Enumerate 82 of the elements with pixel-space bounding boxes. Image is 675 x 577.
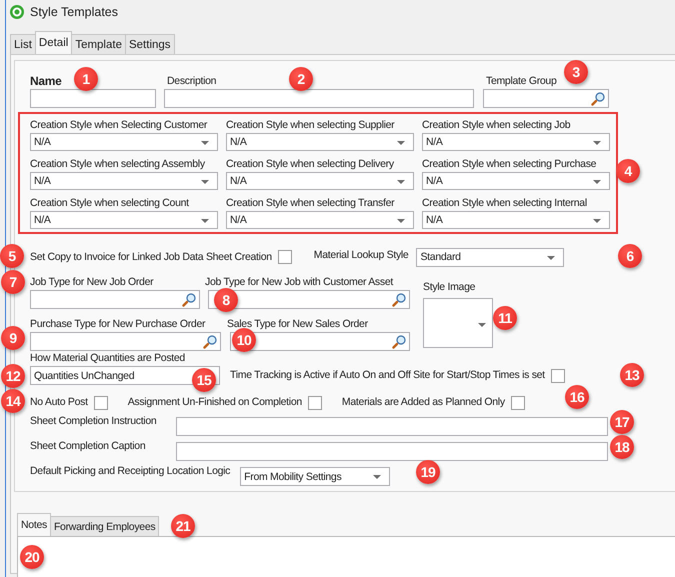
field-label: Default Picking and Receipting Location Logic — [30, 464, 230, 479]
checkbox[interactable] — [550, 368, 565, 382]
dropdown[interactable]: N/A — [226, 172, 414, 190]
field-label: Job Type for New Job Order — [30, 275, 154, 290]
tab[interactable]: Template — [71, 34, 126, 54]
field-label: Creation Style when selecting Supplier — [226, 119, 394, 132]
field-label: Sheet Completion Instruction — [30, 414, 158, 429]
callout-marker: 14 — [1, 389, 25, 413]
dropdown[interactable]: N/A — [422, 211, 610, 229]
callout-marker: 9 — [1, 326, 25, 350]
dropdown[interactable]: N/A — [422, 172, 610, 190]
dropdown-caret-icon — [373, 475, 382, 479]
dropdown-caret-icon — [593, 219, 601, 223]
field-label: Purchase Type for New Purchase Order — [30, 317, 206, 332]
checkbox[interactable] — [510, 396, 525, 410]
dropdown-caret-icon — [547, 256, 556, 260]
lookup-field[interactable] — [483, 89, 609, 108]
search-icon — [591, 92, 605, 106]
text-field[interactable] — [30, 89, 156, 108]
tab[interactable]: List — [10, 34, 36, 54]
dropdown-caret-icon — [201, 141, 209, 145]
field-label: How Material Quantities are Posted — [30, 351, 186, 366]
image-picker[interactable] — [423, 298, 493, 348]
checkbox[interactable] — [278, 250, 292, 264]
field-label: Time Tracking is Active if Auto On and Off Site for Start/Stop Times is set — [230, 368, 545, 383]
field-label: Creation Style when selecting Job — [422, 119, 570, 132]
callout-marker: 7 — [1, 270, 25, 294]
dropdown[interactable]: N/A — [30, 133, 218, 151]
lookup-field[interactable] — [208, 290, 410, 309]
dropdown[interactable]: N/A — [226, 211, 414, 229]
search-icon — [182, 293, 196, 307]
checkbox[interactable] — [94, 396, 108, 410]
dropdown[interactable]: Standard — [416, 248, 564, 266]
dropdown-caret-icon — [593, 141, 601, 145]
field-label: Creation Style when selecting Internal — [422, 197, 587, 210]
field-label: Creation Style when selecting Assembly — [30, 158, 205, 171]
field-label: Creation Style when selecting Transfer — [226, 197, 394, 210]
field-label: Description — [167, 74, 216, 89]
app-logo-icon — [10, 5, 24, 19]
text-field[interactable] — [164, 89, 474, 108]
field-label: Sheet Completion Caption — [30, 439, 146, 454]
field-label: Set Copy to Invoice for Linked Job Data Sheet Creation — [30, 250, 272, 264]
dropdown-caret-icon — [397, 219, 405, 223]
search-icon — [392, 335, 406, 349]
window-title: Style Templates — [30, 5, 118, 19]
search-icon — [392, 293, 406, 307]
search-icon — [203, 335, 217, 349]
field-label: Creation Style when Selecting Customer — [30, 119, 208, 132]
dropdown[interactable]: N/A — [30, 172, 218, 190]
field-label: Creation Style when selecting Count — [30, 197, 189, 210]
checkbox[interactable] — [308, 396, 322, 410]
field-label: Creation Style when selecting Delivery — [226, 158, 394, 171]
dropdown[interactable]: N/A — [226, 133, 414, 151]
lookup-field[interactable] — [230, 332, 410, 351]
lookup-field[interactable] — [30, 290, 200, 309]
text-field[interactable] — [176, 417, 608, 436]
field-label: Style Image — [423, 280, 476, 295]
field-label: Creation Style when selecting Purchase — [422, 158, 596, 171]
field-label: Assignment Un-Finished on Completion — [128, 395, 302, 410]
dropdown[interactable]: N/A — [30, 211, 218, 229]
callout-marker: 12 — [1, 364, 25, 388]
tab[interactable]: Detail — [34, 31, 72, 54]
tab[interactable]: Forwarding Employees — [50, 516, 160, 536]
field-label: No Auto Post — [30, 395, 88, 410]
text-field[interactable] — [176, 442, 608, 461]
dropdown-caret-icon — [593, 180, 601, 184]
field-label: Materials are Added as Planned Only — [342, 395, 505, 410]
field-label: Material Lookup Style — [314, 248, 408, 263]
field-label: Template Group — [486, 74, 557, 89]
dropdown-caret-icon — [397, 141, 405, 145]
dropdown[interactable]: From Mobility Settings — [240, 467, 390, 486]
callout-marker: 5 — [0, 244, 24, 268]
tab[interactable]: Settings — [124, 34, 175, 54]
field-label: Job Type for New Job with Customer Asset — [205, 275, 393, 290]
field-label: Name — [30, 74, 62, 89]
dropdown[interactable]: N/A — [422, 133, 610, 151]
tab[interactable]: Notes — [17, 513, 51, 536]
lookup-field[interactable] — [30, 332, 221, 351]
dropdown-caret-icon — [201, 180, 209, 184]
dropdown-caret-icon — [201, 219, 209, 223]
dropdown-caret-icon — [478, 323, 486, 327]
dropdown-caret-icon — [397, 180, 405, 184]
